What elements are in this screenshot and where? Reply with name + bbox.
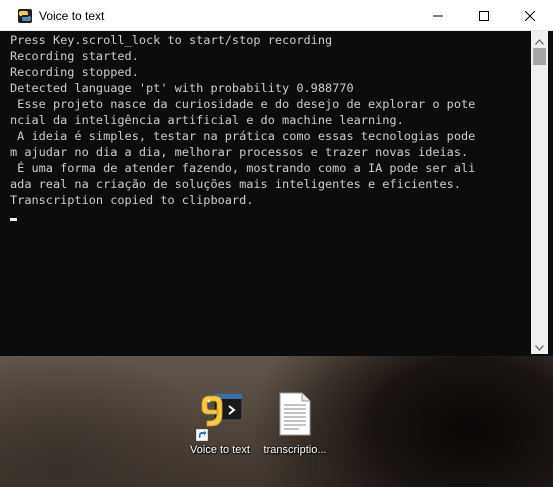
desktop-icon-label: Voice to text	[190, 444, 250, 456]
console-line: Recording started.	[10, 49, 139, 63]
shortcut-arrow-icon	[195, 426, 209, 442]
maximize-icon	[479, 6, 489, 25]
minimize-button[interactable]	[415, 0, 461, 31]
title-bar[interactable]: Voice to text	[0, 0, 553, 31]
text-file-icon	[271, 390, 319, 438]
desktop-icon-label: transcriptio...	[263, 444, 327, 456]
console-line: É uma forma de atender fazendo, mostrand…	[10, 161, 476, 175]
scroll-down-button[interactable]	[531, 337, 548, 354]
console-line: Esse projeto nasce da curiosidade e do d…	[10, 97, 476, 111]
console-line: ncial da inteligência artificial e do ma…	[10, 113, 404, 127]
console-line: m ajudar no dia a dia, melhorar processo…	[10, 145, 469, 159]
scroll-up-button[interactable]	[531, 31, 548, 48]
console-line: A ideia é simples, testar na prática com…	[10, 129, 476, 143]
scroll-thumb[interactable]	[533, 48, 546, 65]
console-output[interactable]: Press Key.scroll_lock to start/stop reco…	[8, 31, 530, 354]
console-line: Transcription copied to clipboard.	[10, 193, 254, 207]
console-line: Detected language 'pt' with probability …	[10, 81, 354, 95]
close-icon	[524, 6, 536, 25]
chevron-down-icon	[535, 336, 544, 355]
console-line: Press Key.scroll_lock to start/stop reco…	[10, 33, 333, 47]
python-icon	[17, 8, 33, 24]
window-title: Voice to text	[39, 9, 105, 23]
desktop-icon-transcription-file[interactable]: transcriptio...	[257, 386, 333, 466]
console-text: Press Key.scroll_lock to start/stop reco…	[10, 32, 475, 208]
vertical-scrollbar[interactable]	[531, 31, 548, 354]
python-shortcut-icon	[195, 390, 244, 442]
minimize-icon	[433, 6, 443, 25]
maximize-button[interactable]	[461, 0, 507, 31]
desktop-icon-voice-to-text[interactable]: Voice to text	[182, 386, 258, 466]
console-line: ada real na criação de soluções mais int…	[10, 177, 462, 191]
chevron-up-icon	[535, 30, 544, 49]
close-button[interactable]	[507, 0, 553, 31]
text-cursor	[10, 218, 17, 221]
console-line: Recording stopped.	[10, 65, 139, 79]
